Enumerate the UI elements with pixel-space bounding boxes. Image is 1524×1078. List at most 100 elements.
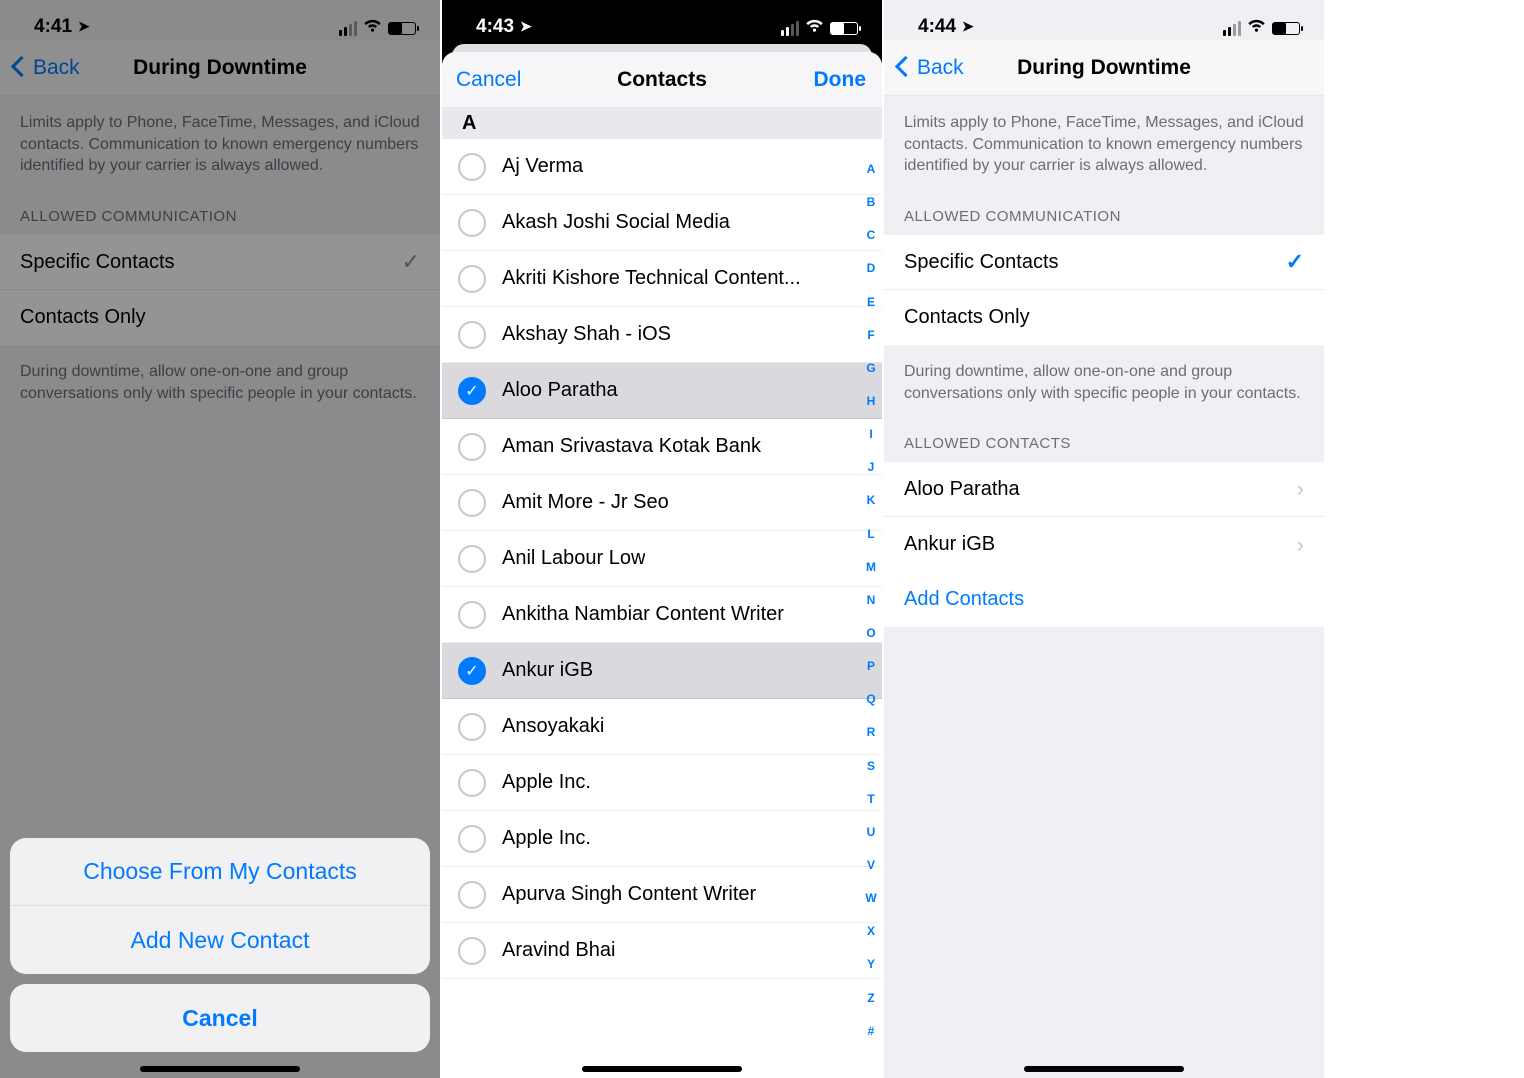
index-letter[interactable]: Q	[862, 692, 880, 706]
index-letter[interactable]: L	[862, 527, 880, 541]
cancel-label: Cancel	[456, 68, 521, 92]
option-specific-contacts[interactable]: Specific Contacts ✓	[884, 235, 1324, 290]
battery-icon	[1272, 22, 1300, 35]
contact-row[interactable]: Amit More - Jr Seo	[442, 475, 882, 531]
index-letter[interactable]: S	[862, 759, 880, 773]
index-letter[interactable]: T	[862, 792, 880, 806]
contact-name: Apurva Singh Content Writer	[502, 883, 756, 906]
section-header-contacts: ALLOWED CONTACTS	[884, 412, 1324, 462]
contact-name: Apple Inc.	[502, 771, 591, 794]
footer-text: During downtime, allow one-on-one and gr…	[884, 345, 1324, 412]
contact-row[interactable]: Anil Labour Low	[442, 531, 882, 587]
page-title: During Downtime	[1017, 56, 1191, 80]
index-letter[interactable]: O	[862, 626, 880, 640]
index-letter[interactable]: K	[862, 493, 880, 507]
index-letter[interactable]: C	[862, 228, 880, 242]
contact-row[interactable]: Ansoyakaki	[442, 699, 882, 755]
chevron-left-icon	[898, 56, 917, 80]
alphabet-index[interactable]: A B C D E F G H I J K L M N O P Q R S T U V W X Y Z #	[862, 162, 880, 1038]
index-letter[interactable]: H	[862, 394, 880, 408]
index-letter[interactable]: F	[862, 328, 880, 342]
wifi-icon	[805, 18, 824, 38]
action-sheet: Choose From My Contacts Add New Contact …	[10, 838, 430, 1062]
checkbox-unchecked-icon	[458, 825, 486, 853]
contact-name: Amit More - Jr Seo	[502, 491, 669, 514]
contact-row[interactable]: Apurva Singh Content Writer	[442, 867, 882, 923]
section-letter-header: A	[442, 108, 882, 139]
add-contacts-button[interactable]: Add Contacts	[884, 572, 1324, 627]
done-label: Done	[814, 68, 867, 92]
sheet-btn-label: Cancel	[182, 1005, 257, 1032]
home-indicator[interactable]	[140, 1066, 300, 1072]
index-letter[interactable]: X	[862, 924, 880, 938]
index-letter[interactable]: Y	[862, 957, 880, 971]
checkbox-unchecked-icon	[458, 881, 486, 909]
checkbox-unchecked-icon	[458, 433, 486, 461]
status-bar: 4:44 ➤	[884, 0, 1324, 40]
sheet-choose-contacts[interactable]: Choose From My Contacts	[10, 838, 430, 906]
allowed-contacts-list: Aloo Paratha›Ankur iGB›	[884, 462, 1324, 572]
contact-name: Aman Srivastava Kotak Bank	[502, 435, 761, 458]
contact-name: Ankitha Nambiar Content Writer	[502, 603, 784, 626]
contact-row[interactable]: ✓Ankur iGB	[442, 643, 882, 699]
checkbox-unchecked-icon	[458, 209, 486, 237]
checkbox-unchecked-icon	[458, 713, 486, 741]
index-letter[interactable]: P	[862, 659, 880, 673]
cell-signal-icon	[781, 21, 799, 36]
option-contacts-only[interactable]: Contacts Only	[884, 290, 1324, 345]
allowed-contact-row[interactable]: Aloo Paratha›	[884, 462, 1324, 517]
index-letter[interactable]: E	[862, 295, 880, 309]
index-letter[interactable]: B	[862, 195, 880, 209]
done-button[interactable]: Done	[814, 52, 867, 107]
index-letter[interactable]: N	[862, 593, 880, 607]
status-time: 4:44	[918, 16, 956, 38]
index-letter[interactable]: W	[862, 891, 880, 905]
index-letter[interactable]: Z	[862, 991, 880, 1005]
index-letter[interactable]: A	[862, 162, 880, 176]
contact-row[interactable]: Apple Inc.	[442, 755, 882, 811]
allowed-contact-name: Aloo Paratha	[904, 478, 1020, 501]
contact-row[interactable]: ✓Aloo Paratha	[442, 363, 882, 419]
contact-name: Aloo Paratha	[502, 379, 618, 402]
status-time: 4:43	[476, 16, 514, 38]
add-contacts-label: Add Contacts	[904, 588, 1024, 611]
home-indicator[interactable]	[582, 1066, 742, 1072]
back-button[interactable]: Back	[898, 40, 964, 95]
index-letter[interactable]: U	[862, 825, 880, 839]
index-letter[interactable]: V	[862, 858, 880, 872]
contact-name: Apple Inc.	[502, 827, 591, 850]
contact-row[interactable]: Akash Joshi Social Media	[442, 195, 882, 251]
contact-row[interactable]: Aj Verma	[442, 139, 882, 195]
contact-row[interactable]: Ankitha Nambiar Content Writer	[442, 587, 882, 643]
index-letter[interactable]: G	[862, 361, 880, 375]
contact-row[interactable]: Apple Inc.	[442, 811, 882, 867]
contact-row[interactable]: Akriti Kishore Technical Content...	[442, 251, 882, 307]
contact-name: Ansoyakaki	[502, 715, 604, 738]
sheet-cancel[interactable]: Cancel	[10, 984, 430, 1052]
contact-name: Aj Verma	[502, 155, 583, 178]
allowed-contact-row[interactable]: Ankur iGB›	[884, 517, 1324, 572]
contact-name: Anil Labour Low	[502, 547, 645, 570]
index-letter[interactable]: M	[862, 560, 880, 574]
wifi-icon	[1247, 18, 1266, 38]
index-letter[interactable]: I	[862, 427, 880, 441]
home-indicator[interactable]	[1024, 1066, 1184, 1072]
contact-row[interactable]: Aman Srivastava Kotak Bank	[442, 419, 882, 475]
checkbox-checked-icon: ✓	[458, 657, 486, 685]
battery-icon	[830, 22, 858, 35]
allowed-contact-name: Ankur iGB	[904, 533, 995, 556]
index-letter[interactable]: #	[862, 1024, 880, 1038]
nav-bar: Cancel Contacts Done	[442, 52, 882, 108]
checkbox-unchecked-icon	[458, 937, 486, 965]
index-letter[interactable]: D	[862, 261, 880, 275]
contact-row[interactable]: Aravind Bhai	[442, 923, 882, 979]
index-letter[interactable]: J	[862, 460, 880, 474]
checkbox-unchecked-icon	[458, 153, 486, 181]
contact-row[interactable]: Akshay Shah - iOS	[442, 307, 882, 363]
checkbox-unchecked-icon	[458, 265, 486, 293]
contacts-list[interactable]: Aj Verma Akash Joshi Social MediaAkriti K…	[442, 139, 882, 979]
sheet-add-new-contact[interactable]: Add New Contact	[10, 906, 430, 974]
index-letter[interactable]: R	[862, 725, 880, 739]
checkbox-unchecked-icon	[458, 769, 486, 797]
cancel-button[interactable]: Cancel	[456, 52, 521, 107]
